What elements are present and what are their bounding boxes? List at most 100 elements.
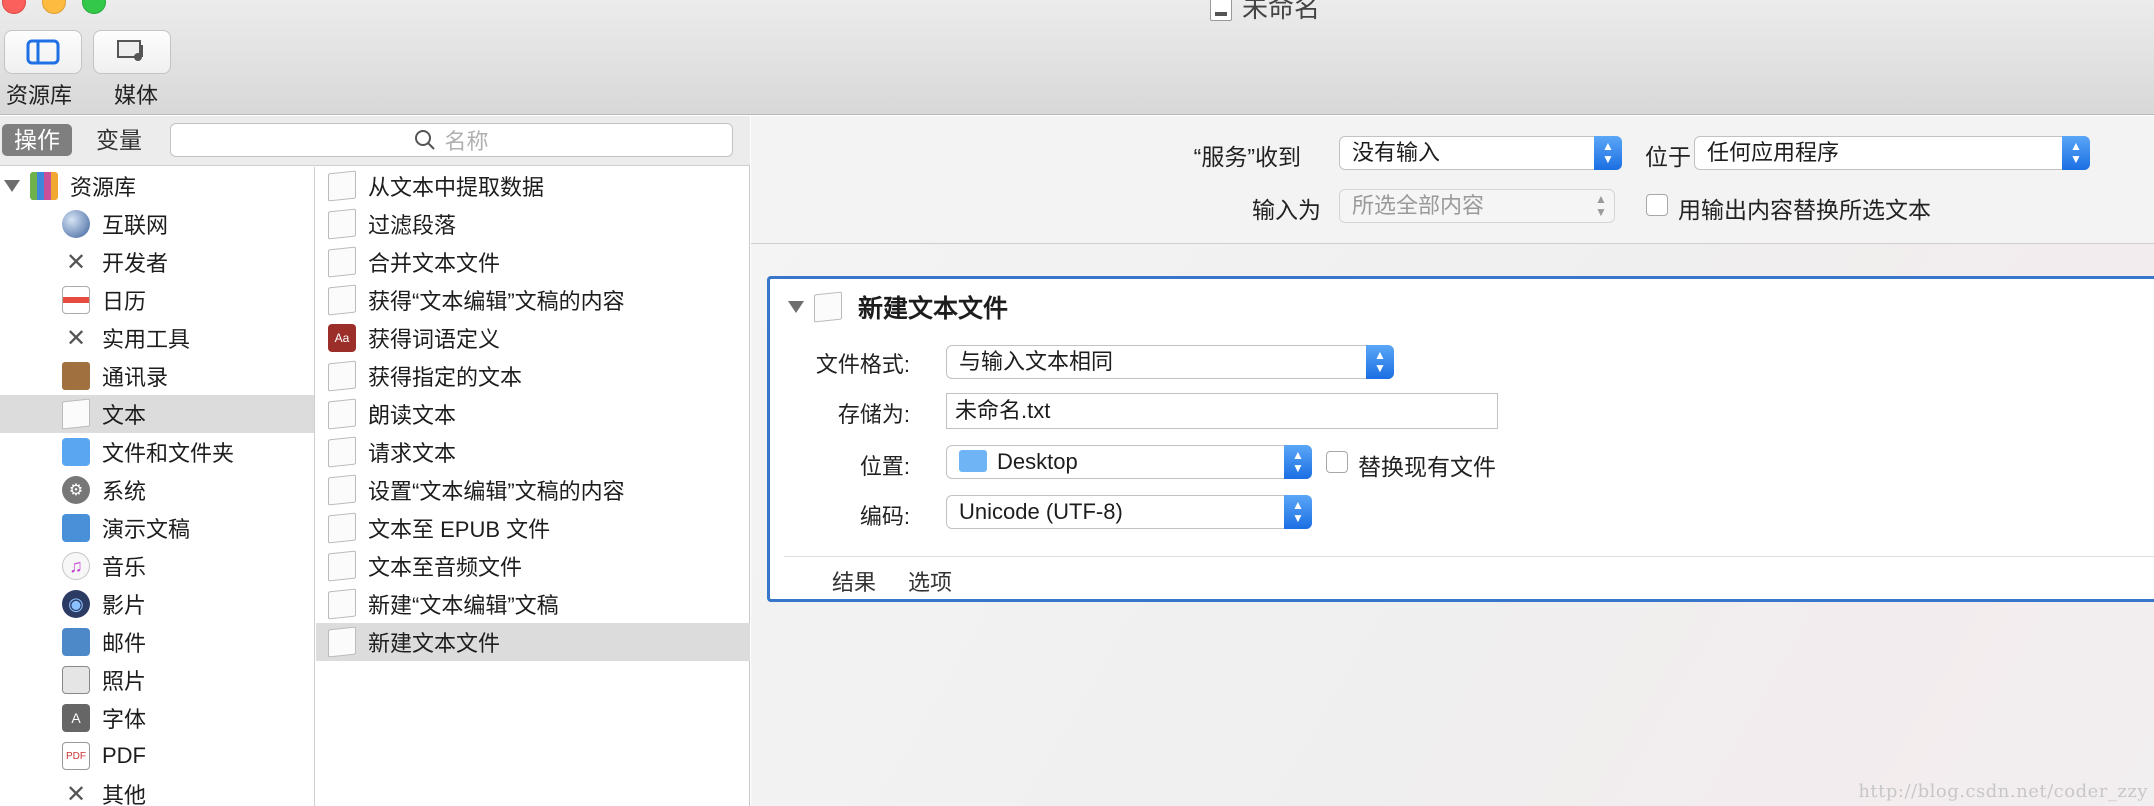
popup-stepper-icon: ▲ ▼ xyxy=(2062,136,2090,170)
tree-item-label: 其他 xyxy=(102,783,147,806)
library-books-icon xyxy=(30,172,58,200)
encoding-popup[interactable]: Unicode (UTF-8) ▲ ▼ xyxy=(946,495,1312,529)
tree-root-library[interactable]: 资源库 xyxy=(0,167,314,205)
action-title: 新建文本文件 xyxy=(788,289,1008,325)
movie-icon: ◉ xyxy=(62,590,90,618)
file-format-popup[interactable]: 与输入文本相同 ▲ ▼ xyxy=(946,345,1394,379)
text-icon xyxy=(328,626,356,658)
media-button[interactable] xyxy=(93,30,171,74)
tree-item[interactable]: 互联网 xyxy=(0,205,314,243)
popup-stepper-icon: ▲ ▼ xyxy=(1595,192,1607,219)
receives-label: “服务”收到 xyxy=(1193,144,1301,170)
action-list-item-label: 获得指定的文本 xyxy=(368,365,523,390)
action-list-item[interactable]: 文本至音频文件 xyxy=(316,547,750,585)
tree-item[interactable]: 邮件 xyxy=(0,623,314,661)
new-text-file-action[interactable]: 新建文本文件 文件格式: 与输入文本相同 ▲ ▼ 存储为: 未命名.txt 位置:… xyxy=(767,276,2154,602)
text-icon xyxy=(328,360,356,392)
tree-item[interactable]: ♫ 音乐 xyxy=(0,547,314,585)
tree-item[interactable]: 日历 xyxy=(0,281,314,319)
tree-item[interactable]: ✕ 实用工具 xyxy=(0,319,314,357)
font-icon: A xyxy=(62,704,90,732)
search-input[interactable]: 名称 xyxy=(170,123,733,157)
popup-stepper-icon: ▲ ▼ xyxy=(1284,445,1312,479)
minimize-window-button[interactable] xyxy=(42,0,66,14)
tree-item[interactable]: PDF PDF xyxy=(0,737,314,775)
workflow-area: “服务”收到 没有输入 ▲ ▼ 位于 任何应用程序 ▲ ▼ 输入为 所选全部内容 ▲… xyxy=(751,116,2154,806)
library-pane: 操作 变量 名称 资源库 互联网 ✕ 开发者 日历 ✕ 实用工具 通讯录 文本 文件和文件夹 ⚙ 系… xyxy=(0,116,750,806)
action-list-item[interactable]: 获得指定的文本 xyxy=(316,357,750,395)
tree-item[interactable]: ⚙ 系统 xyxy=(0,471,314,509)
media-button-label: 媒体 xyxy=(114,83,159,108)
action-list-item[interactable]: 新建“文本编辑”文稿 xyxy=(316,585,750,623)
tree-item[interactable]: 照片 xyxy=(0,661,314,699)
disclosure-triangle-icon[interactable] xyxy=(788,301,804,313)
library-panel-icon xyxy=(26,39,60,65)
tree-item-label: 文件和文件夹 xyxy=(102,441,235,466)
action-list-item[interactable]: 设置“文本编辑”文稿的内容 xyxy=(316,471,750,509)
search-icon xyxy=(415,130,436,150)
replace-existing-label: 替换现有文件 xyxy=(1358,454,1496,480)
globe-icon xyxy=(62,210,90,238)
text-icon xyxy=(62,398,90,430)
tree-item[interactable]: ✕ 其他 xyxy=(0,775,314,806)
text-icon xyxy=(328,474,356,506)
actions-tab[interactable]: 操作 xyxy=(2,124,72,156)
tree-item-label: PDF xyxy=(102,743,146,768)
save-as-label: 存储为: xyxy=(837,402,910,427)
action-list-item[interactable]: 文本至 EPUB 文件 xyxy=(316,509,750,547)
action-list-item[interactable]: 合并文本文件 xyxy=(316,243,750,281)
input-is-label: 输入为 xyxy=(1252,197,1321,223)
tree-item[interactable]: 演示文稿 xyxy=(0,509,314,547)
close-window-button[interactable] xyxy=(2,0,26,14)
file-format-label: 文件格式: xyxy=(815,352,910,377)
action-list-item[interactable]: 新建文本文件 xyxy=(316,623,750,661)
tree-item-label: 开发者 xyxy=(102,251,169,276)
tree-item[interactable]: 文本 xyxy=(0,395,314,433)
tree-item-label: 邮件 xyxy=(102,631,147,656)
options-tab[interactable]: 选项 xyxy=(908,565,952,597)
text-icon xyxy=(328,246,356,278)
tree-item[interactable]: 文件和文件夹 xyxy=(0,433,314,471)
file-format-value: 与输入文本相同 xyxy=(959,349,1114,374)
tree-item[interactable]: ◉ 影片 xyxy=(0,585,314,623)
action-list-item[interactable]: 朗读文本 xyxy=(316,395,750,433)
action-list-item[interactable]: 从文本中提取数据 xyxy=(316,167,750,205)
replace-selected-text-label: 用输出内容替换所选文本 xyxy=(1678,197,1931,223)
disclosure-triangle-icon[interactable] xyxy=(4,180,20,192)
tree-item-label: 系统 xyxy=(102,479,147,504)
tree-item[interactable]: ✕ 开发者 xyxy=(0,243,314,281)
action-list-item[interactable]: 过滤段落 xyxy=(316,205,750,243)
tree-item[interactable]: A 字体 xyxy=(0,699,314,737)
action-list-item[interactable]: 请求文本 xyxy=(316,433,750,471)
encoding-label: 编码: xyxy=(859,504,910,529)
presentation-icon xyxy=(62,514,90,542)
zoom-window-button[interactable] xyxy=(82,0,106,14)
action-list-item-label: 文本至 EPUB 文件 xyxy=(368,517,551,542)
replace-existing-checkbox[interactable] xyxy=(1326,451,1348,473)
system-icon: ⚙ xyxy=(62,476,90,504)
media-icon xyxy=(117,40,143,61)
library-button-label: 资源库 xyxy=(6,83,73,108)
tree-item[interactable]: 通讯录 xyxy=(0,357,314,395)
action-list-item[interactable]: Aa 获得词语定义 xyxy=(316,319,750,357)
results-tab[interactable]: 结果 xyxy=(832,565,876,597)
save-as-field[interactable]: 未命名.txt xyxy=(946,393,1498,429)
replace-selected-text-checkbox[interactable] xyxy=(1646,194,1668,216)
input-is-popup[interactable]: 所选全部内容 ▲ ▼ xyxy=(1339,189,1615,223)
receives-popup[interactable]: 没有输入 ▲ ▼ xyxy=(1339,136,1622,170)
text-icon xyxy=(328,550,356,582)
photo-icon xyxy=(62,666,90,694)
tree-item-label: 实用工具 xyxy=(102,327,191,352)
tree-item-label: 照片 xyxy=(102,669,147,694)
application-popup[interactable]: 任何应用程序 ▲ ▼ xyxy=(1694,136,2090,170)
action-list-item[interactable]: 获得“文本编辑”文稿的内容 xyxy=(316,281,750,319)
action-list-item-label: 请求文本 xyxy=(368,441,457,466)
finder-icon xyxy=(62,438,90,466)
action-list-item-label: 新建文本文件 xyxy=(368,631,501,656)
window-title-text: 未命名 xyxy=(1242,0,1321,23)
tools-icon: ✕ xyxy=(65,248,87,276)
service-header: “服务”收到 没有输入 ▲ ▼ 位于 任何应用程序 ▲ ▼ 输入为 所选全部内容 ▲… xyxy=(751,116,2154,244)
variables-tab[interactable]: 变量 xyxy=(84,124,154,156)
library-button[interactable] xyxy=(4,30,82,74)
location-popup[interactable]: Desktop ▲ ▼ xyxy=(946,445,1312,479)
